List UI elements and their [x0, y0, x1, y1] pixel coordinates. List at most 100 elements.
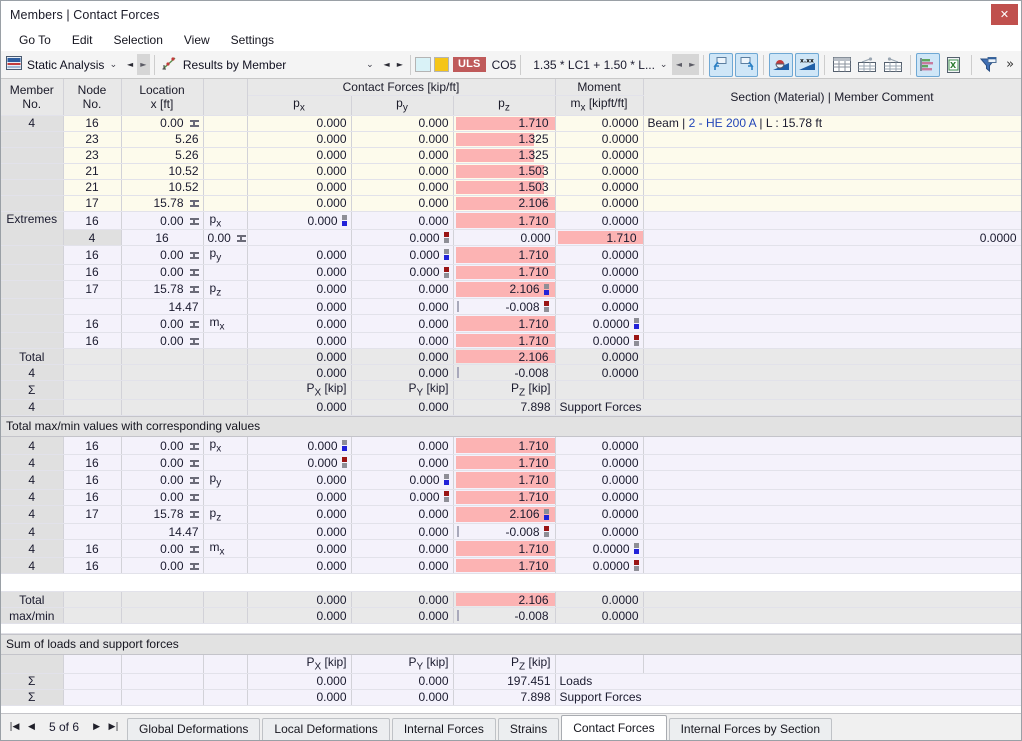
- cell-px[interactable]: 0.000: [247, 523, 352, 541]
- table-row[interactable]: 17 15.78 0.000 0.000 2.106 0.0000: [1, 195, 1021, 212]
- filter-funnel-icon[interactable]: [976, 53, 1000, 77]
- tab-contact-forces[interactable]: Contact Forces: [561, 715, 667, 740]
- cell-pz[interactable]: 1.503: [453, 179, 556, 196]
- table-row[interactable]: 16 0.00 0.000 0.000 1.710 0.0000: [1, 264, 1021, 281]
- cell-pz[interactable]: 2.106: [453, 591, 556, 609]
- cell-node-no[interactable]: 23: [63, 131, 122, 148]
- result-diagram-icon[interactable]: [769, 52, 794, 77]
- cell-mx[interactable]: 0.0000: [555, 195, 644, 212]
- cell-mx[interactable]: 0.0000: [555, 470, 644, 490]
- cell-node-no[interactable]: 16: [63, 264, 122, 281]
- cell-location[interactable]: 5.26: [121, 131, 204, 148]
- analysis-prev-button[interactable]: ◄: [123, 54, 136, 75]
- toolbar-overflow-button[interactable]: »: [1001, 57, 1019, 72]
- chevron-down-icon[interactable]: ⌄: [106, 60, 120, 70]
- cell-mx[interactable]: 0.0000: [555, 454, 644, 472]
- cell-py[interactable]: 0.000: [351, 115, 454, 132]
- cell-pz[interactable]: 1.325: [453, 131, 556, 148]
- col-header-section[interactable]: Section (Material) | Member Comment: [643, 79, 1021, 116]
- cell-py[interactable]: 0.000: [351, 436, 454, 456]
- last-record-button[interactable]: ▶|: [106, 722, 121, 732]
- cell-section[interactable]: Beam | 2 - HE 200 A | L : 15.78 ft: [643, 115, 1021, 132]
- menu-item-view[interactable]: View: [174, 31, 221, 50]
- table-row[interactable]: Extremes 16 0.00 px 0.000 0.000 1.710 0.0000: [1, 211, 1021, 247]
- table-row[interactable]: 4 16 0.00 0.000 0.000 1.710 0.0000: [1, 454, 1021, 472]
- cell-pz[interactable]: 1.710: [453, 557, 556, 575]
- color-swatch-light[interactable]: [415, 57, 431, 72]
- cell-px[interactable]: 0.000: [351, 229, 454, 247]
- cell-py[interactable]: 0.000: [351, 264, 454, 281]
- cell-px[interactable]: 0.000: [247, 332, 352, 350]
- cell-py[interactable]: 0.000: [351, 454, 454, 472]
- cell-pz[interactable]: 2.106: [453, 505, 556, 525]
- cell-px[interactable]: 0.000: [247, 314, 352, 334]
- cell-mx[interactable]: 0.0000: [555, 314, 644, 334]
- cell-location[interactable]: 0.00: [121, 264, 204, 281]
- cell-node-no[interactable]: 16: [63, 211, 122, 231]
- table-row[interactable]: 16 0.00 0.000 0.000 1.710 0.0000: [1, 332, 1021, 350]
- cell-pz[interactable]: 1.710: [453, 332, 556, 350]
- menu-item-settings[interactable]: Settings: [221, 31, 285, 50]
- cell-location[interactable]: 14.47: [121, 298, 204, 316]
- cell-mx[interactable]: 0.0000: [555, 489, 644, 506]
- cell-pz[interactable]: 1.710: [453, 489, 556, 506]
- analysis-next-button[interactable]: ►: [136, 54, 150, 75]
- cell-px[interactable]: 0.000: [247, 280, 352, 300]
- table-row[interactable]: 17 15.78 pz 0.000 0.000 2.106 0.0000: [1, 280, 1021, 300]
- cell-mx[interactable]: 0.0000: [555, 245, 644, 265]
- table-row[interactable]: 14.47 0.000 0.000 -0.008 0.0000: [1, 298, 1021, 316]
- cell-node-no[interactable]: 21: [63, 163, 122, 180]
- cell-location[interactable]: 5.26: [121, 147, 204, 164]
- cell-py[interactable]: 0.000: [351, 131, 454, 148]
- cell-location[interactable]: 0.00: [121, 211, 204, 231]
- table-row[interactable]: 21 10.52 0.000 0.000 1.503 0.0000: [1, 163, 1021, 180]
- cell-px[interactable]: 0.000: [247, 179, 352, 196]
- cell-py[interactable]: 0.000: [351, 332, 454, 350]
- cell-px[interactable]: 0.000: [247, 539, 352, 559]
- cell-py[interactable]: 0.000: [351, 280, 454, 300]
- cell-px[interactable]: 0.000: [247, 505, 352, 525]
- cell-node-no[interactable]: 16: [121, 229, 204, 247]
- cell-pz[interactable]: 1.503: [453, 163, 556, 180]
- cell-location[interactable]: 15.78: [121, 505, 204, 525]
- table-filter-right-icon[interactable]: [881, 53, 905, 77]
- menu-item-selection[interactable]: Selection: [104, 31, 174, 50]
- cell-py[interactable]: 0.000: [351, 314, 454, 334]
- cell-py[interactable]: 0.000: [351, 163, 454, 180]
- cell-py[interactable]: 0.000: [351, 179, 454, 196]
- cell-mx[interactable]: 0.0000: [555, 539, 644, 559]
- cell-py[interactable]: 0.000: [351, 470, 454, 490]
- combination-prev-button[interactable]: ◄: [672, 54, 686, 75]
- cell-pz[interactable]: -0.008: [453, 523, 556, 541]
- cell-location[interactable]: 0.00: [121, 332, 204, 350]
- cell-node-no[interactable]: 16: [63, 539, 122, 559]
- cell-px[interactable]: 0.000: [247, 131, 352, 148]
- cell-pz[interactable]: 1.710: [453, 470, 556, 490]
- cell-mx[interactable]: 0.0000: [555, 557, 644, 575]
- cell-node-no[interactable]: [63, 523, 122, 541]
- cell-location[interactable]: 0.00: [121, 489, 204, 506]
- cell-mx[interactable]: 0.0000: [643, 229, 1021, 247]
- cell-section[interactable]: [643, 195, 1021, 212]
- cell-mx[interactable]: 0.0000: [555, 115, 644, 132]
- cell-node-no[interactable]: 16: [63, 454, 122, 472]
- cell-node-no[interactable]: 16: [63, 314, 122, 334]
- col-header-node-no[interactable]: Node No.: [63, 79, 122, 116]
- cell-px[interactable]: 0.000: [247, 557, 352, 575]
- cell-py[interactable]: 0.000: [351, 505, 454, 525]
- results-type-combo[interactable]: Results by Member ⌄: [159, 53, 380, 77]
- cell-node-no[interactable]: 16: [63, 245, 122, 265]
- tab-global-deformations[interactable]: Global Deformations: [127, 718, 261, 740]
- cell-section[interactable]: [643, 179, 1021, 196]
- cell-pz[interactable]: 1.710: [453, 211, 556, 231]
- cell-node-no[interactable]: 17: [63, 280, 122, 300]
- col-header-mx[interactable]: mx [kipft/ft]: [555, 95, 644, 116]
- color-swatch-yellow[interactable]: [433, 57, 449, 72]
- cell-py[interactable]: 0.000: [351, 523, 454, 541]
- cell-node-no[interactable]: 21: [63, 179, 122, 196]
- analysis-type-combo[interactable]: Static Analysis ⌄: [3, 53, 123, 77]
- cell-py[interactable]: 0.000: [351, 147, 454, 164]
- table-row[interactable]: 4 16 0.00 0.000 0.000 1.710 0.0000: [1, 489, 1021, 506]
- chevron-down-icon[interactable]: ⌄: [363, 60, 377, 70]
- export-excel-icon[interactable]: X: [942, 53, 966, 77]
